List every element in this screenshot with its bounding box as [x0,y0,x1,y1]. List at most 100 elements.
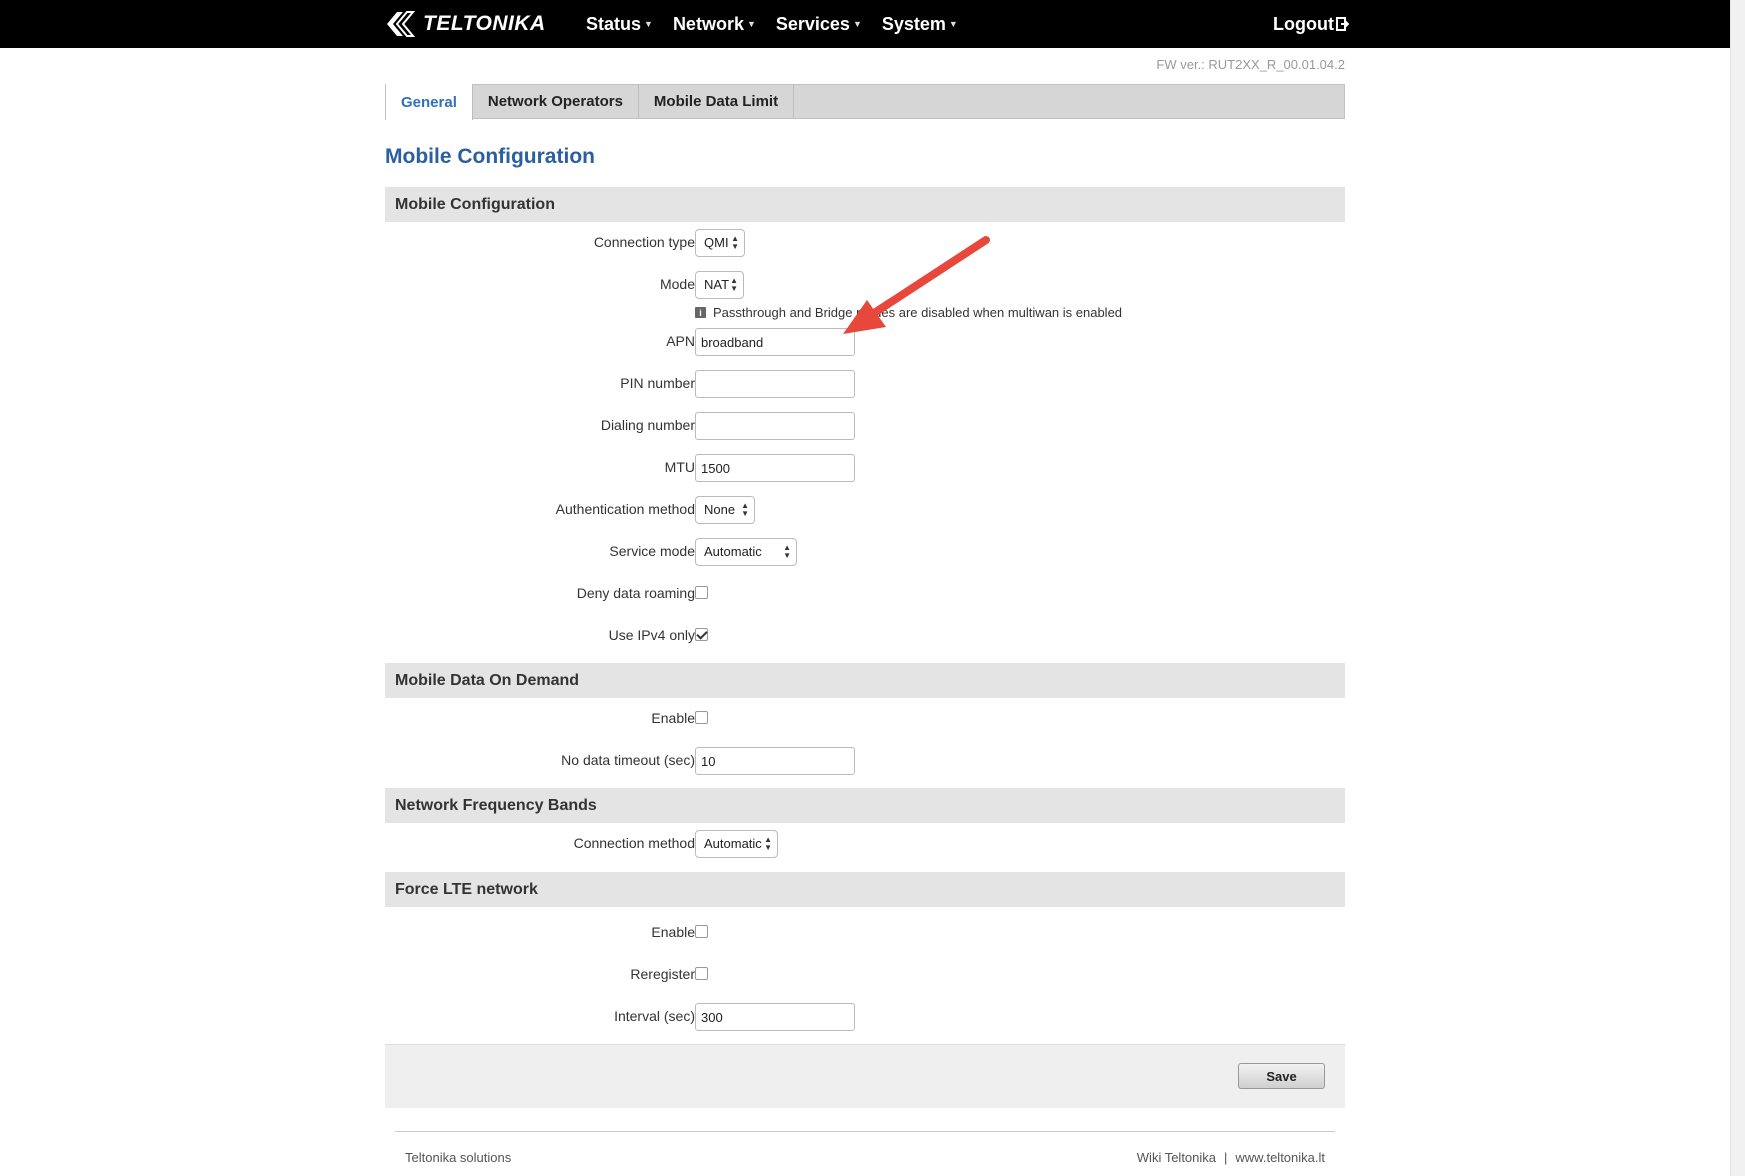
force-lte-enable-checkbox[interactable] [695,925,708,938]
row-on-demand-enable: Enable [385,703,1345,733]
mtu-input[interactable] [695,454,855,482]
nav-system-label: System [881,13,946,34]
nav-network[interactable]: Network ▼ [673,14,756,35]
footer-separator: | [1224,1150,1228,1165]
row-pin: PIN number [385,368,1345,398]
firmware-version: FW ver.: RUT2XX_R_00.01.04.2 [1156,57,1345,72]
save-bar: Save [385,1044,1345,1108]
nav-status-label: Status [586,13,642,34]
save-button[interactable]: Save [1238,1063,1325,1089]
wiki-link[interactable]: Wiki Teltonika [1137,1150,1216,1165]
row-mtu: MTU [385,452,1345,482]
main-nav: Status ▼ Network ▼ Services ▼ System ▼ [586,0,978,48]
row-apn: APN [385,326,1345,356]
connection-method-select[interactable]: Automatic ▲ ▼ [695,830,778,858]
row-connection-type: Connection type QMI ▲ ▼ [385,227,1345,257]
chevron-down-icon: ▼ [852,19,862,29]
multiwan-note-text: Passthrough and Bridge modes are disable… [713,305,1123,320]
info-icon: i [695,307,706,318]
select-arrows-icon: ▲ ▼ [731,234,739,251]
top-navbar: TELTONIKA Status ▼ Network ▼ Services ▼ Sys… [0,0,1730,48]
row-mode: Mode NAT ▲ ▼ [385,269,1345,299]
logout-label: Logout [1273,13,1334,34]
chevron-down-icon: ▼ [948,19,958,29]
dialing-input[interactable] [695,412,855,440]
service-mode-select[interactable]: Automatic ▲ ▼ [695,538,797,566]
deny-roaming-label: Deny data roaming [576,585,695,601]
select-arrows-icon: ▲ ▼ [764,835,772,852]
logo-text: TELTONIKA [423,12,546,35]
connection-type-label: Connection type [593,234,695,250]
row-dialing: Dialing number [385,410,1345,440]
tab-mobile-data-limit[interactable]: Mobile Data Limit [639,84,795,119]
auth-value: None [704,502,736,517]
row-connection-method: Connection method Automatic ▲ ▼ [385,828,1345,858]
select-arrows-icon: ▲ ▼ [783,543,791,560]
section-force-lte: Force LTE network [385,872,1345,907]
ipv4-only-checkbox[interactable] [695,628,708,641]
connection-type-select[interactable]: QMI ▲ ▼ [695,229,745,257]
nav-network-label: Network [672,13,744,34]
on-demand-enable-checkbox[interactable] [695,711,708,724]
footer-company: Teltonika solutions [405,1150,512,1165]
website-link[interactable]: www.teltonika.lt [1235,1150,1325,1165]
nav-status[interactable]: Status ▼ [586,14,653,35]
nav-services-label: Services [775,13,850,34]
reregister-label: Reregister [630,966,695,982]
chevron-down-icon: ▼ [644,19,653,29]
ipv4-only-label: Use IPv4 only [608,627,695,643]
on-demand-enable-label: Enable [651,710,695,726]
section-mobile-data-on-demand: Mobile Data On Demand [385,663,1345,698]
service-mode-value: Automatic [704,544,762,559]
pin-input[interactable] [695,370,855,398]
force-lte-enable-label: Enable [651,924,695,940]
apn-input[interactable] [695,328,855,356]
select-arrows-icon: ▲ ▼ [730,276,738,293]
select-arrows-icon: ▲ ▼ [741,501,749,518]
row-force-lte-enable: Enable [385,917,1345,947]
row-ipv4-only: Use IPv4 only [385,620,1345,650]
mode-value: NAT [704,277,730,292]
teltonika-logo[interactable]: TELTONIKA [383,8,546,40]
row-service-mode: Service mode Automatic ▲ ▼ [385,536,1345,566]
pin-label: PIN number [620,375,695,391]
footer-links: Wiki Teltonika | www.teltonika.lt [1100,1150,1325,1165]
footer-divider [395,1131,1335,1132]
connection-method-value: Automatic [704,836,762,851]
tab-general[interactable]: General [385,84,473,120]
interval-label: Interval (sec) [614,1008,695,1024]
no-data-timeout-input[interactable] [695,747,855,775]
nav-services[interactable]: Services ▼ [776,14,862,35]
tab-network-operators[interactable]: Network Operators [473,84,639,119]
tab-bar: General Network Operators Mobile Data Li… [385,84,1345,120]
row-interval: Interval (sec) [385,1001,1345,1031]
mode-label: Mode [659,276,695,292]
section-mobile-configuration: Mobile Configuration [385,187,1345,222]
mode-select[interactable]: NAT ▲ ▼ [695,271,744,299]
reregister-checkbox[interactable] [695,967,708,980]
auth-label: Authentication method [555,501,695,517]
deny-roaming-checkbox[interactable] [695,586,708,599]
logout-icon [1335,17,1349,31]
chevron-down-icon: ▼ [746,19,756,29]
page-title: Mobile Configuration [385,145,595,168]
logout-button[interactable]: Logout [1273,0,1349,48]
connection-method-label: Connection method [573,835,695,851]
connection-type-value: QMI [704,235,729,250]
section-network-frequency-bands: Network Frequency Bands [385,788,1345,823]
auth-select[interactable]: None ▲ ▼ [695,496,755,524]
row-auth: Authentication method None ▲ ▼ [385,494,1345,524]
dialing-label: Dialing number [600,417,695,433]
service-mode-label: Service mode [609,543,695,559]
row-reregister: Reregister [385,959,1345,989]
apn-label: APN [666,333,695,349]
multiwan-note: i Passthrough and Bridge modes are disab… [695,305,1122,320]
row-no-data-timeout: No data timeout (sec) [385,745,1345,775]
nav-system[interactable]: System ▼ [882,14,958,35]
interval-input[interactable] [695,1003,855,1031]
row-deny-roaming: Deny data roaming [385,578,1345,608]
mtu-label: MTU [664,459,695,475]
page-scrollbar[interactable] [1730,0,1745,1176]
no-data-timeout-label: No data timeout (sec) [561,752,695,768]
logo-mark-icon [387,11,416,37]
